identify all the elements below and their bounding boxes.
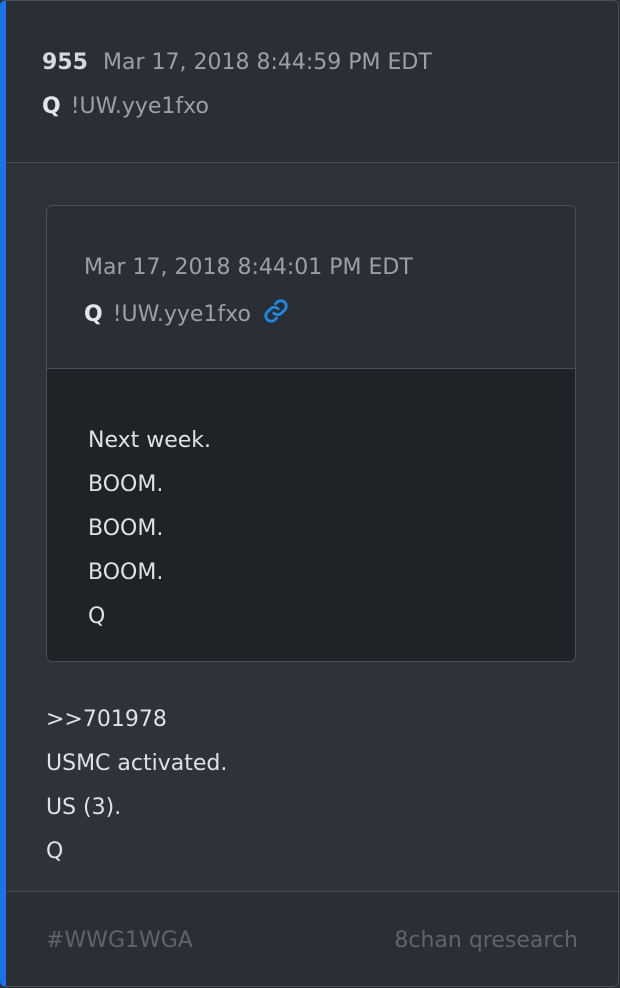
quoted-author-row: Q !UW.yye1fxo: [84, 298, 289, 330]
post-body: >>701978 USMC activated. US (3). Q: [46, 698, 227, 874]
post-author-row: Q !UW.yye1fxo: [42, 94, 209, 119]
quoted-post-author: Q: [84, 302, 103, 327]
post-line: USMC activated.: [46, 751, 228, 776]
post-date: Mar 17, 2018 8:44:59 PM EDT: [103, 50, 432, 75]
quoted-line: BOOM.: [88, 516, 164, 541]
quoted-post-body: Next week. BOOM. BOOM. BOOM. Q: [47, 369, 575, 661]
post-reply-link[interactable]: >>701978: [46, 698, 227, 742]
post-header: 955 Mar 17, 2018 8:44:59 PM EDT Q !UW.yye…: [6, 1, 618, 163]
quoted-line: BOOM.: [88, 472, 164, 497]
post-number: 955: [42, 50, 88, 75]
quoted-line: Q: [88, 604, 106, 629]
quoted-post-date: Mar 17, 2018 8:44:01 PM EDT: [84, 255, 413, 280]
quoted-line: Next week.: [88, 428, 212, 453]
post-tripcode: !UW.yye1fxo: [70, 94, 209, 119]
quoted-post-header: Mar 17, 2018 8:44:01 PM EDT Q !UW.yye1fxo: [47, 206, 575, 369]
hashtag[interactable]: #WWG1WGA: [46, 928, 193, 953]
post-line: Q: [46, 839, 64, 864]
post-line: US (3).: [46, 795, 122, 820]
quoted-line: BOOM.: [88, 560, 164, 585]
post-card: 955 Mar 17, 2018 8:44:59 PM EDT Q !UW.yye…: [0, 0, 619, 987]
post-footer: #WWG1WGA 8chan qresearch: [6, 891, 618, 986]
source-label: 8chan qresearch: [394, 928, 578, 953]
quoted-post-tripcode: !UW.yye1fxo: [112, 302, 251, 327]
post-author: Q: [42, 94, 61, 119]
link-icon[interactable]: [263, 298, 289, 330]
quoted-post: Mar 17, 2018 8:44:01 PM EDT Q !UW.yye1fxo…: [46, 205, 576, 662]
